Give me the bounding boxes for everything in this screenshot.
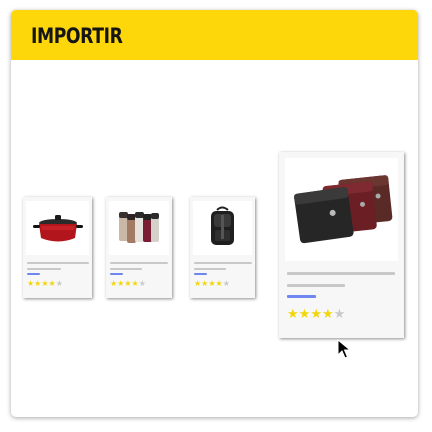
rating-stars: ★★★★★	[27, 280, 63, 288]
star-icon: ★	[48, 279, 56, 288]
product-name-line	[287, 272, 395, 275]
page-title: IMPORTIR	[31, 24, 123, 48]
star-icon: ★	[208, 279, 216, 288]
product-image-wallets	[285, 158, 398, 261]
star-icon: ★	[41, 279, 49, 288]
star-icon: ★	[55, 279, 63, 288]
product-desc-line	[194, 268, 226, 270]
product-image-pot	[26, 201, 89, 255]
rating-stars: ★★★★★	[110, 280, 146, 288]
product-name-line	[110, 262, 168, 264]
product-image-backpack	[193, 201, 252, 255]
star-icon: ★	[321, 307, 334, 322]
mouse-cursor-icon	[337, 339, 352, 359]
product-price-bar	[27, 273, 40, 275]
star-icon: ★	[333, 307, 346, 322]
star-icon: ★	[298, 307, 311, 322]
star-icon: ★	[222, 279, 230, 288]
product-card-backpack[interactable]: ★★★★★	[190, 197, 255, 298]
header-bar: IMPORTIR	[11, 10, 418, 60]
rating-stars: ★★★★★	[287, 308, 345, 321]
rating-stars: ★★★★★	[194, 280, 230, 288]
star-icon: ★	[138, 279, 146, 288]
star-icon: ★	[124, 279, 132, 288]
cooking-pot-icon	[33, 215, 83, 242]
product-card-pot[interactable]: ★★★★★	[23, 197, 92, 298]
product-desc-line	[287, 284, 345, 287]
product-desc-line	[110, 268, 142, 270]
product-price-bar	[110, 273, 123, 275]
product-card-wallets[interactable]: ★★★★★	[279, 152, 404, 338]
star-icon: ★	[287, 307, 299, 322]
product-name-line	[27, 262, 89, 264]
wallets-icon	[294, 175, 393, 244]
product-price-bar	[194, 273, 207, 275]
product-image-thermos	[109, 201, 169, 255]
backpack-icon	[211, 206, 234, 245]
product-desc-line	[27, 268, 61, 270]
star-icon: ★	[215, 279, 223, 288]
star-icon: ★	[131, 279, 139, 288]
star-icon: ★	[310, 307, 322, 322]
thermos-flasks-icon	[119, 212, 159, 243]
product-card-thermos[interactable]: ★★★★★	[106, 197, 172, 298]
product-price-bar	[287, 295, 316, 298]
product-name-line	[194, 262, 252, 264]
